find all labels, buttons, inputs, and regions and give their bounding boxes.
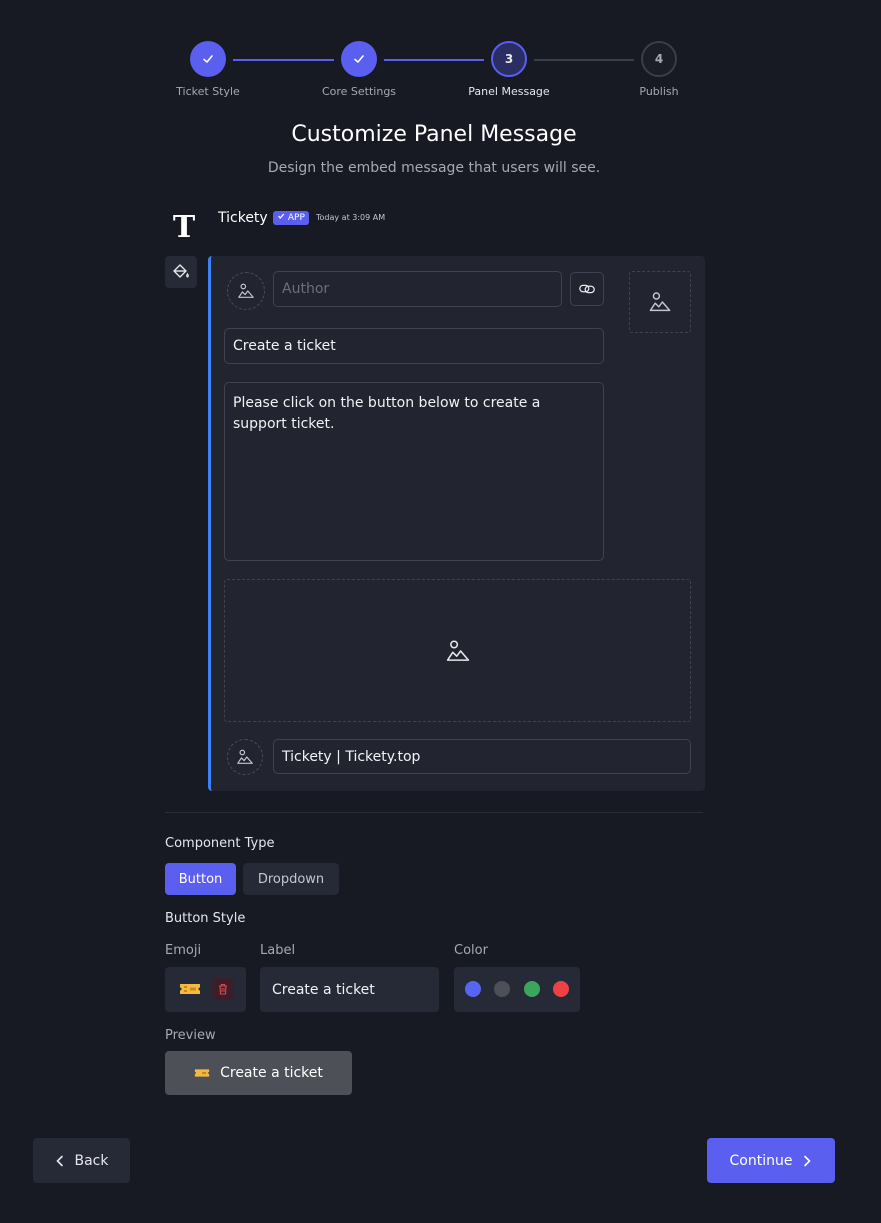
color-swatch-red[interactable] <box>553 981 569 997</box>
image-icon <box>446 639 469 661</box>
page-subtitle: Design the embed message that users will… <box>267 160 601 176</box>
preview-label: Preview <box>165 1028 216 1043</box>
embed-title-input[interactable]: Create a ticket <box>224 328 604 364</box>
chevron-right-icon <box>804 1155 812 1166</box>
step-panel-message[interactable]: 3 Panel Message <box>449 41 569 98</box>
step-label: Core Settings <box>321 85 397 98</box>
step-number: 3 <box>491 41 527 77</box>
step-core-settings[interactable]: Core Settings <box>299 41 419 98</box>
app-badge: APP <box>273 211 309 225</box>
color-picker <box>454 967 580 1012</box>
step-label: Ticket Style <box>176 85 240 98</box>
step-number: 4 <box>641 41 677 77</box>
page-title: Customize Panel Message <box>291 122 577 147</box>
image-icon <box>237 749 253 764</box>
preview-button-label: Create a ticket <box>220 1065 323 1081</box>
continue-button-label: Continue <box>729 1152 793 1169</box>
emoji-picker[interactable] <box>165 967 246 1012</box>
trash-icon <box>219 983 227 995</box>
color-swatch-grey[interactable] <box>494 981 510 997</box>
image-icon <box>649 292 671 312</box>
check-icon <box>190 41 226 77</box>
ticket-icon <box>194 1069 210 1077</box>
color-swatch-green[interactable] <box>524 981 540 997</box>
button-label-input[interactable]: Create a ticket <box>260 967 439 1012</box>
author-input[interactable]: Author <box>273 271 562 307</box>
embed-editor: Author Create a ticket Please click on t… <box>208 256 705 791</box>
ticket-icon <box>180 984 200 994</box>
color-swatch-blurple[interactable] <box>465 981 481 997</box>
embed-image-upload[interactable] <box>224 579 691 722</box>
check-icon <box>278 213 285 219</box>
footer-input[interactable]: Tickety | Tickety.top <box>273 739 691 774</box>
author-link-button[interactable] <box>570 272 604 306</box>
emoji-label: Emoji <box>165 943 202 958</box>
stepper: Ticket Style Core Settings 3 Panel Messa… <box>0 41 881 111</box>
embed-description-textarea[interactable]: Please click on the button below to crea… <box>224 382 604 561</box>
component-type-label: Component Type <box>165 836 275 851</box>
label-label: Label <box>260 943 296 958</box>
chevron-left-icon <box>55 1155 63 1166</box>
color-label: Color <box>454 943 488 958</box>
bot-avatar: T <box>172 209 196 245</box>
back-button[interactable]: Back <box>33 1138 130 1183</box>
step-label: Publish <box>639 85 679 98</box>
embed-color-button[interactable] <box>165 256 197 288</box>
bot-name: Tickety <box>218 210 268 226</box>
component-type-dropdown[interactable]: Dropdown <box>243 863 339 895</box>
back-button-label: Back <box>74 1152 109 1169</box>
paint-bucket-icon <box>173 264 189 278</box>
step-publish[interactable]: 4 Publish <box>599 41 719 98</box>
remove-emoji-button[interactable] <box>212 978 234 1000</box>
check-icon <box>341 41 377 77</box>
step-label: Panel Message <box>468 85 550 98</box>
link-icon <box>579 284 595 294</box>
image-icon <box>238 283 254 298</box>
button-style-label: Button Style <box>165 911 246 926</box>
preview-button: Create a ticket <box>165 1051 352 1095</box>
thumbnail-upload[interactable] <box>629 271 691 333</box>
author-icon-upload[interactable] <box>227 272 265 310</box>
message-timestamp: Today at 3:09 AM <box>316 213 386 222</box>
app-badge-label: APP <box>287 213 305 223</box>
step-ticket-style[interactable]: Ticket Style <box>148 41 268 98</box>
divider <box>165 812 703 813</box>
footer-icon-upload[interactable] <box>227 739 263 775</box>
continue-button[interactable]: Continue <box>707 1138 835 1183</box>
component-type-button[interactable]: Button <box>165 863 236 895</box>
